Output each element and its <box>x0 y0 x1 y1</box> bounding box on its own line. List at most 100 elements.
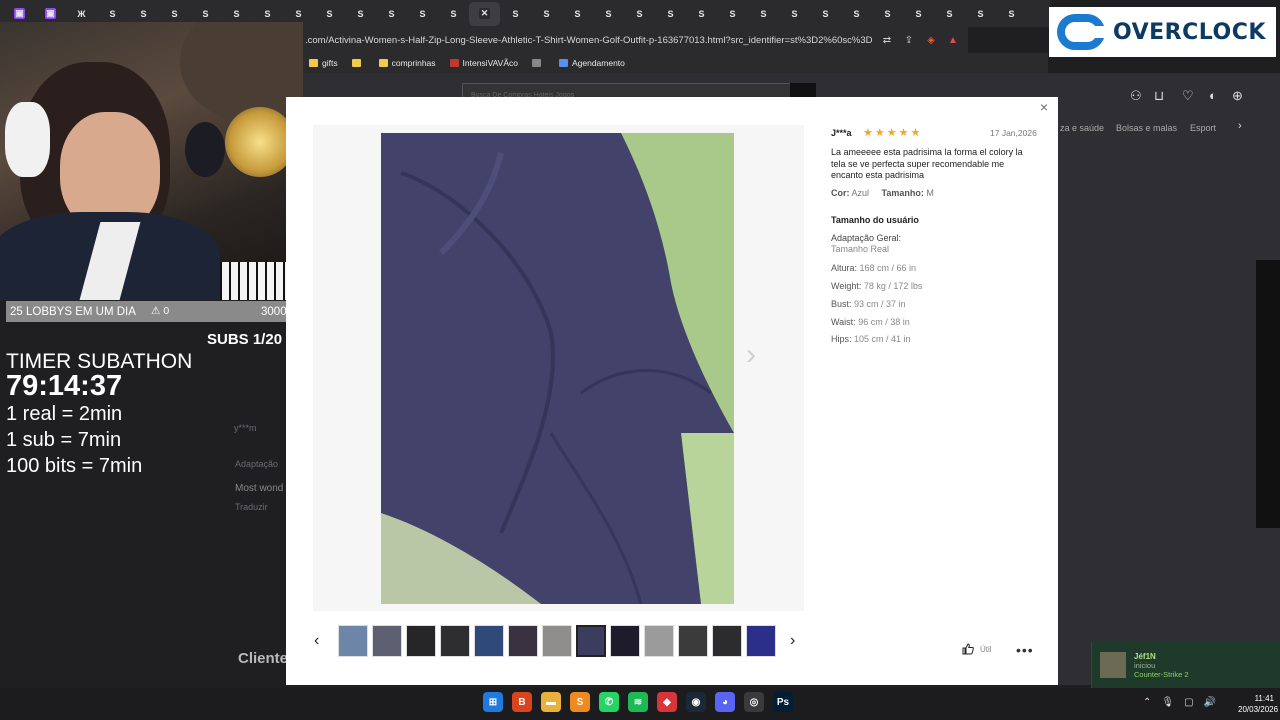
browser-tab[interactable]: S <box>686 2 717 26</box>
browser-tab[interactable]: S <box>593 2 624 26</box>
browser-tab[interactable]: S <box>624 2 655 26</box>
photoshop-icon[interactable]: Ps <box>773 692 793 712</box>
image-thumbnail[interactable] <box>644 625 674 657</box>
bookmark-label: IntensiVAVÃco <box>462 58 518 68</box>
clock[interactable]: 11:41 20/03/2026 <box>1238 693 1278 715</box>
image-thumbnail[interactable] <box>440 625 470 657</box>
bg-nav-next-icon[interactable]: › <box>1238 120 1242 132</box>
bookmark-item[interactable]: IntensiVAVÃco <box>449 58 518 68</box>
measurement-row: Altura: 168 cm / 66 in <box>831 263 916 273</box>
measurement-label: Weight: <box>831 281 862 291</box>
shirt-photo-illustration <box>381 133 734 604</box>
bg-nav-item[interactable]: Esport <box>1190 123 1216 133</box>
bg-translate: Traduzir <box>235 502 268 512</box>
whatsapp-icon[interactable]: ✆ <box>599 692 619 712</box>
image-thumbnail[interactable] <box>542 625 572 657</box>
spotify-icon[interactable]: ≋ <box>628 692 648 712</box>
bookmark-item[interactable]: Agendamento <box>558 58 625 68</box>
volume-icon[interactable]: 🔊 <box>1204 697 1216 708</box>
image-thumbnail[interactable] <box>372 625 402 657</box>
bookmark-item[interactable] <box>351 59 365 67</box>
reviewer-name: J***a <box>831 128 852 138</box>
rate-line: 100 bits = 7min <box>6 455 143 477</box>
browser-tab[interactable]: S <box>562 2 593 26</box>
image-thumbnail[interactable] <box>746 625 776 657</box>
bookmark-item[interactable]: comprinhas <box>378 58 436 68</box>
close-button[interactable]: × <box>1037 100 1051 114</box>
browser-tab[interactable]: S <box>903 2 934 26</box>
game-notification[interactable]: Jéf1N iniciou Counter-Strike 2 <box>1091 642 1280 688</box>
browser-tab[interactable]: S <box>810 2 841 26</box>
app-red-icon[interactable]: ◆ <box>657 692 677 712</box>
browser-tab[interactable]: S <box>655 2 686 26</box>
sublime-icon[interactable]: S <box>570 692 590 712</box>
bookmarks-bar: gifts comprinhas IntensiVAVÃco Agendamento <box>303 53 1048 73</box>
image-thumbnail[interactable] <box>338 625 368 657</box>
image-thumbnail[interactable] <box>678 625 708 657</box>
tab-favicon-icon: S <box>789 8 800 19</box>
tab-favicon-icon: S <box>138 8 149 19</box>
helpful-button[interactable]: Útil <box>962 643 992 655</box>
rate-line: 1 sub = 7min <box>6 429 122 451</box>
browser-tab[interactable]: S <box>872 2 903 26</box>
obs-icon[interactable]: ◎ <box>744 692 764 712</box>
image-thumbnail[interactable] <box>406 625 436 657</box>
brave-rewards-icon[interactable]: ▲ <box>945 32 961 48</box>
user-icon[interactable]: ⚇ <box>1130 88 1142 104</box>
windows-start-icon[interactable]: ⊞ <box>483 692 503 712</box>
browser-tab[interactable]: S <box>841 2 872 26</box>
browser-tab[interactable]: S <box>407 2 438 26</box>
more-options-button[interactable]: ••• <box>1016 642 1034 658</box>
bg-nav-item[interactable]: Bolsas e malas <box>1116 123 1177 133</box>
notification-game: Counter-Strike 2 <box>1134 669 1189 679</box>
image-thumbnail[interactable] <box>712 625 742 657</box>
steam-icon[interactable]: ◉ <box>686 692 706 712</box>
browser-tab[interactable]: S <box>438 2 469 26</box>
browser-tab[interactable]: S <box>748 2 779 26</box>
image-thumbnail[interactable] <box>610 625 640 657</box>
browser-tab[interactable]: S <box>500 2 531 26</box>
browser-tab[interactable]: S <box>345 2 376 26</box>
notification-status: iniciou <box>1134 660 1156 670</box>
bookmark-item[interactable] <box>531 59 545 67</box>
browser-tab[interactable]: S <box>314 2 345 26</box>
cart-icon[interactable]: ⊔ <box>1154 88 1164 104</box>
tray-overflow-icon[interactable]: ⌃ <box>1143 697 1151 708</box>
tab-favicon-icon: S <box>448 8 459 19</box>
bookmark-item[interactable]: gifts <box>309 58 338 68</box>
next-image-button[interactable]: › <box>746 338 756 372</box>
system-tray: ⌃ 🎙 ▢ 🔊 <box>1143 697 1216 708</box>
bg-nav-item[interactable]: za e saúde <box>1060 123 1104 133</box>
image-thumbnail[interactable] <box>576 625 606 657</box>
discord-icon[interactable]: ◕ <box>715 692 735 712</box>
measurement-label: Altura: <box>831 263 858 273</box>
thumbs-up-icon <box>962 643 974 655</box>
browser-tab[interactable]: S <box>376 2 407 26</box>
support-icon[interactable]: ◐ <box>1209 88 1217 103</box>
browser-tab[interactable]: S <box>934 2 965 26</box>
browser-tab[interactable]: S <box>996 2 1027 26</box>
star-icon: ★ <box>910 127 921 139</box>
globe-icon[interactable]: ⊕ <box>1232 88 1243 104</box>
browser-tab[interactable]: S <box>965 2 996 26</box>
translate-icon[interactable]: ⇄ <box>879 32 895 48</box>
brave-icon[interactable]: B <box>512 692 532 712</box>
microphone-icon[interactable]: 🎙 <box>1161 697 1174 708</box>
thumbnails-next-button[interactable]: › <box>790 632 795 650</box>
browser-tab[interactable]: ✕ <box>469 1 500 26</box>
browser-tab[interactable]: S <box>779 2 810 26</box>
bookmark-icon <box>558 59 568 67</box>
thumbnails-prev-button[interactable]: ‹ <box>314 632 319 650</box>
image-thumbnail[interactable] <box>474 625 504 657</box>
network-icon[interactable]: ▢ <box>1184 697 1193 708</box>
wishlist-icon[interactable]: ♡ <box>1182 88 1194 104</box>
brave-shield-icon[interactable]: ◈ <box>923 32 939 48</box>
url-text[interactable]: .com/Activina-Women-s-Half-Zip-Long-Slee… <box>303 35 873 46</box>
image-thumbnail[interactable] <box>508 625 538 657</box>
folder-icon[interactable]: ▬ <box>541 692 561 712</box>
share-icon[interactable]: ⇪ <box>901 32 917 48</box>
measurement-label: Waist: <box>831 317 856 327</box>
browser-tab[interactable]: S <box>531 2 562 26</box>
address-bar[interactable]: .com/Activina-Women-s-Half-Zip-Long-Slee… <box>303 27 968 53</box>
browser-tab[interactable]: S <box>717 2 748 26</box>
